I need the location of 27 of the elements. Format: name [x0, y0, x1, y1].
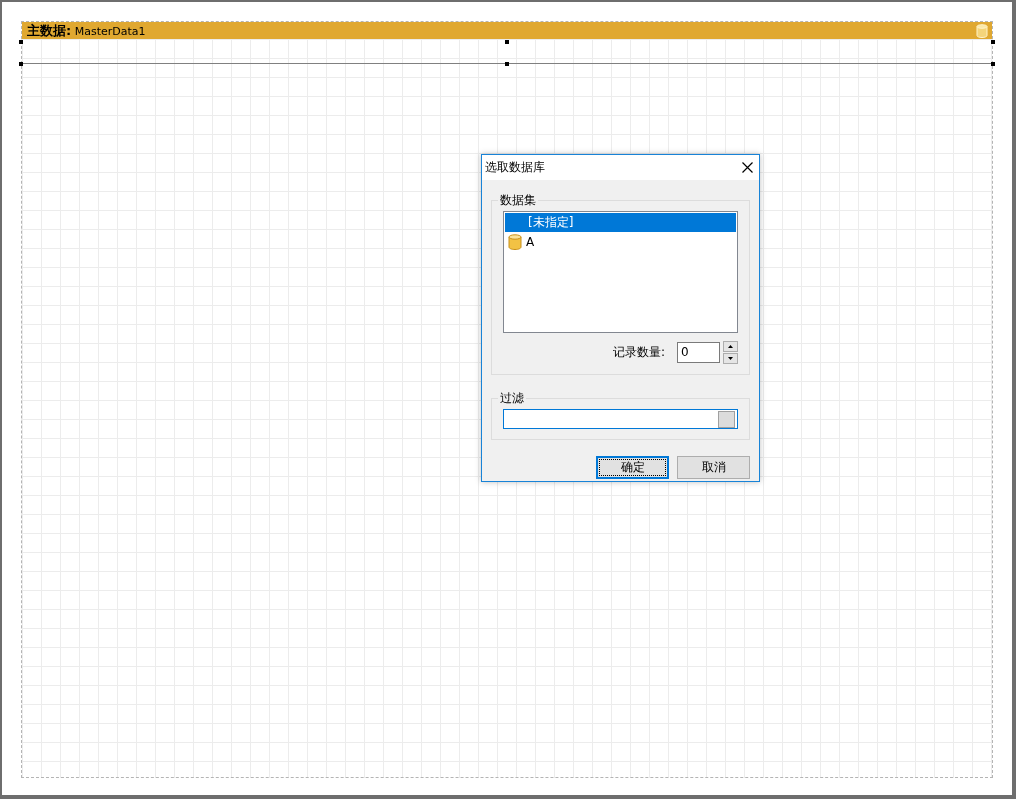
browse-button[interactable]: [718, 410, 735, 428]
group-label: 过滤: [499, 390, 525, 407]
record-count-field[interactable]: 0: [677, 342, 720, 363]
close-icon[interactable]: [742, 162, 753, 173]
group-label: 数据集: [499, 192, 537, 209]
list-item[interactable]: A: [505, 232, 736, 251]
dialog-button[interactable]: 确定: [596, 456, 669, 479]
resize-handle[interactable]: [19, 40, 23, 44]
resize-handle[interactable]: [991, 62, 995, 66]
spin-down-button[interactable]: [723, 353, 738, 364]
list-item[interactable]: [未指定]: [505, 213, 736, 232]
spin-up-button[interactable]: [723, 341, 738, 352]
record-count-label: 记录数量:: [612, 344, 665, 361]
dialog-button[interactable]: 取消: [677, 456, 750, 479]
resize-handle[interactable]: [505, 40, 509, 44]
band-title: 主数据: MasterData1: [27, 21, 146, 40]
resize-handle[interactable]: [19, 62, 23, 66]
item-label: A: [526, 234, 535, 249]
resize-handle[interactable]: [991, 40, 995, 44]
filter-field[interactable]: [503, 409, 738, 429]
dataset-list[interactable]: [未指定] A: [503, 211, 738, 333]
item-label: [未指定]: [528, 214, 574, 231]
database-icon: [508, 233, 522, 250]
dialog-title: 选取数据库: [485, 159, 545, 176]
database-icon[interactable]: [976, 23, 988, 38]
resize-handle[interactable]: [505, 62, 509, 66]
data-band[interactable]: 主数据: MasterData1: [22, 22, 992, 64]
